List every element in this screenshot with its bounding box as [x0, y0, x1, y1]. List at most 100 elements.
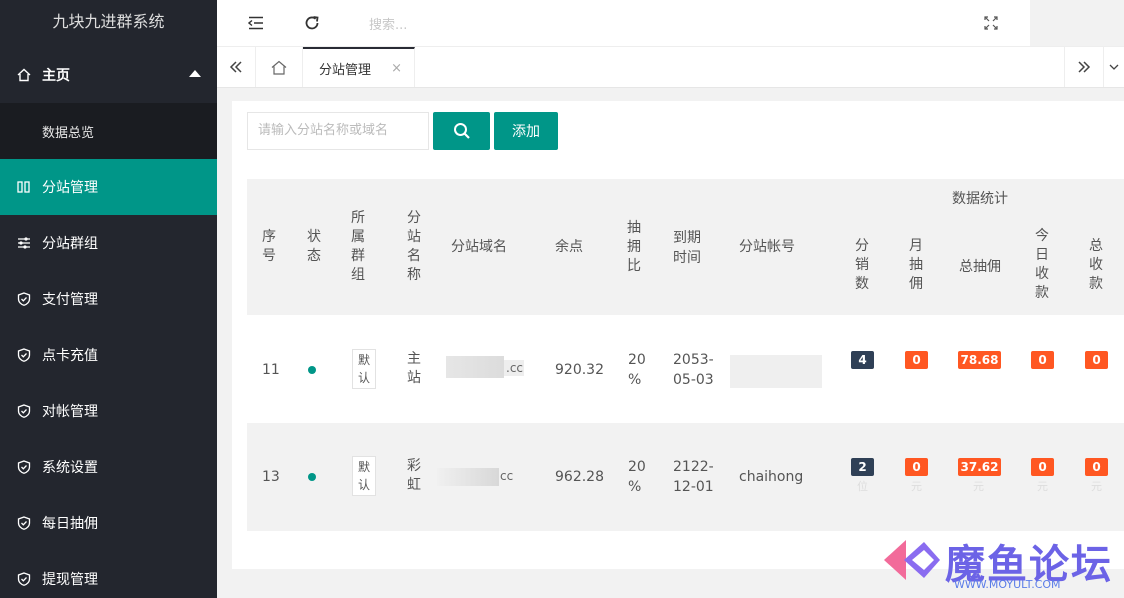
sidebar-item-settings[interactable]: 系统设置: [0, 439, 217, 495]
status-dot: [308, 473, 316, 481]
status-dot: [308, 366, 316, 374]
tab-menu-chevron-icon[interactable]: [1104, 47, 1124, 87]
cell-ratio-pct: %: [628, 479, 642, 495]
badge-total-income: 0: [1085, 458, 1108, 476]
tab-close-icon[interactable]: ×: [391, 61, 402, 76]
col-total-commission: 总抽佣: [959, 259, 1001, 275]
col-seq: 序号: [262, 229, 276, 264]
sliders-icon: [16, 235, 32, 251]
table-header: 序号 状态 所属群组 分站名称 分站域名 余点 抽拥比 到期时间 分站帐号 数据…: [247, 179, 1124, 315]
domain-redacted: [437, 468, 499, 486]
cell-seq: 13: [262, 469, 280, 485]
sidebar-item-label: 点卡充值: [42, 348, 98, 364]
tab-scroll-left-icon[interactable]: [217, 47, 256, 87]
sidebar-item-label: 对帐管理: [42, 404, 98, 420]
badge-today-income: 0: [1031, 351, 1054, 369]
shield-icon: [16, 403, 32, 419]
group-tag: 默认: [352, 349, 376, 389]
sidebar-item-card-recharge[interactable]: 点卡充值: [0, 327, 217, 383]
account-redacted: [730, 355, 822, 388]
col-total-income: 总收款: [1089, 238, 1103, 292]
badge-today-income: 0: [1031, 458, 1054, 476]
domain-redacted: [446, 356, 504, 378]
col-name: 分站名称: [407, 210, 421, 283]
cell-expire-a: 2122-: [673, 459, 714, 475]
table-row[interactable]: 11 默认 主站 .cc 920.32 20 % 2053- 05-03 4 0…: [247, 315, 1124, 423]
tab-scroll-right-icon[interactable]: [1064, 47, 1104, 87]
badge-sales: 4: [851, 351, 874, 369]
table-row[interactable]: 13 默认 彩虹 cc 962.28 20 % 2122- 12-01 chai…: [247, 423, 1124, 531]
sidebar: 九块九进群系统 主页 数据总览 分站管理 分站群组 支付管理 点卡充值 对帐管理…: [0, 0, 217, 598]
app-title: 九块九进群系统: [0, 0, 217, 46]
group-tag: 默认: [352, 456, 376, 496]
header-search-input[interactable]: 搜索...: [369, 14, 407, 33]
cell-ratio-num: 20: [628, 459, 646, 475]
sidebar-item-label: 提现管理: [42, 572, 98, 588]
cell-expire-b: 12-01: [673, 479, 714, 495]
sidebar-item-substation[interactable]: 分站管理: [0, 159, 217, 215]
col-ratio: 抽拥比: [627, 220, 641, 274]
watermark: 魔鱼论坛 WWW.MOYULT.COM: [880, 530, 1124, 598]
col-expire: 到期时间: [673, 230, 701, 266]
cell-expire-a: 2053-: [673, 352, 714, 368]
col-account: 分站帐号: [739, 239, 795, 255]
sidebar-item-groups[interactable]: 分站群组: [0, 215, 217, 271]
cell-expire-b: 05-03: [673, 372, 714, 388]
sidebar-item-label: 系统设置: [42, 460, 98, 476]
fullscreen-icon[interactable]: [981, 13, 1001, 33]
cell-domain-suffix: cc: [500, 469, 514, 483]
columns-icon: [16, 179, 32, 195]
sidebar-item-withdraw[interactable]: 提现管理: [0, 551, 217, 598]
add-button[interactable]: 添加: [494, 112, 558, 150]
tab-home-icon[interactable]: [256, 47, 303, 87]
col-sales: 分销数: [855, 238, 869, 292]
cell-account: chaihong: [739, 469, 804, 485]
watermark-logo-icon: [884, 540, 940, 580]
sidebar-item-daily-commission[interactable]: 每日抽佣: [0, 495, 217, 551]
menu-collapse-icon[interactable]: [246, 13, 266, 33]
sidebar-item-payment[interactable]: 支付管理: [0, 271, 217, 327]
refresh-icon[interactable]: [302, 13, 322, 33]
cell-domain-suffix: .cc: [506, 361, 524, 375]
cell-balance: 920.32: [555, 362, 604, 378]
badge-monthly: 0: [905, 351, 928, 369]
col-today-income: 今日收款: [1035, 228, 1049, 301]
cell-ratio-pct: %: [628, 372, 642, 388]
sidebar-item-overview[interactable]: 数据总览: [0, 103, 217, 159]
badge-sales: 2: [851, 458, 874, 476]
sidebar-item-label: 每日抽佣: [42, 516, 98, 532]
header-right-area: [1030, 0, 1124, 46]
unit-monthly: 元: [911, 480, 922, 493]
shield-icon: [16, 291, 32, 307]
unit-total-commission: 元: [973, 480, 984, 493]
watermark-url: WWW.MOYULT.COM: [954, 578, 1061, 591]
substation-search-input[interactable]: 请输入分站名称或域名: [247, 112, 429, 150]
col-domain: 分站域名: [451, 239, 507, 255]
sidebar-item-reconcile[interactable]: 对帐管理: [0, 383, 217, 439]
tab-substation[interactable]: 分站管理 ×: [303, 47, 415, 87]
search-icon: [453, 123, 470, 139]
sidebar-item-label: 主页: [42, 67, 70, 84]
unit-sales: 位: [857, 480, 868, 493]
search-button[interactable]: [433, 112, 490, 150]
badge-total-income: 0: [1085, 351, 1108, 369]
home-icon: [16, 67, 32, 83]
caret-up-icon[interactable]: [189, 70, 201, 77]
unit-total-income: 元: [1091, 480, 1102, 493]
cell-seq: 11: [262, 362, 280, 378]
cell-ratio-num: 20: [628, 352, 646, 368]
col-status: 状态: [307, 229, 321, 264]
sidebar-item-label: 分站管理: [42, 180, 98, 196]
badge-monthly: 0: [905, 458, 928, 476]
sidebar-item-label: 支付管理: [42, 292, 98, 308]
col-group: 所属群组: [351, 210, 365, 283]
tab-bar: 分站管理 ×: [217, 46, 1124, 88]
shield-icon: [16, 459, 32, 475]
col-monthly: 月抽佣: [909, 238, 923, 292]
col-balance: 余点: [555, 239, 583, 255]
content-card: 请输入分站名称或域名 添加 序号 状态 所属群组 分站名称 分站域名 余点 抽拥…: [232, 101, 1124, 569]
top-header: 搜索...: [217, 0, 1030, 46]
cell-name: 主站: [407, 351, 421, 386]
badge-total-commission: 37.62: [958, 458, 1001, 476]
sidebar-item-home[interactable]: 主页: [0, 46, 217, 103]
